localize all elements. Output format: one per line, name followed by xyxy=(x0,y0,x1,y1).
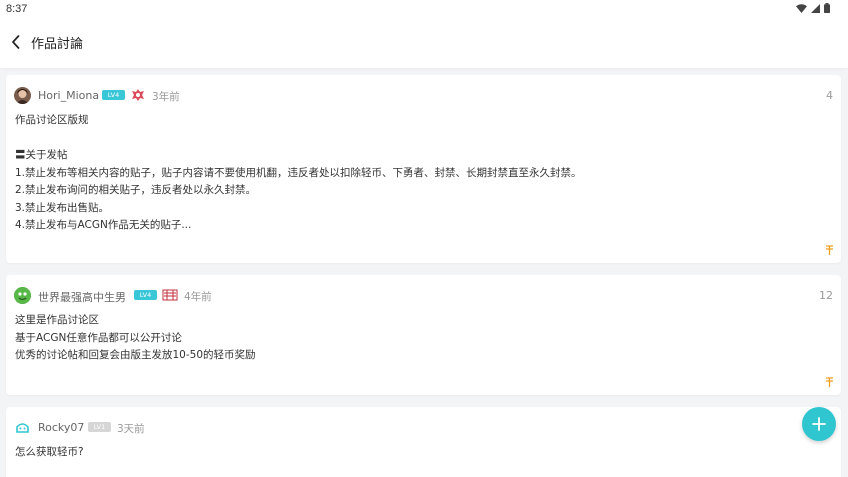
post-card[interactable]: 世界最强高中生男 LV4 4年前 12 这里是作品讨论区 基于ACGN任意作品都… xyxy=(6,275,841,395)
post-time: 4年前 xyxy=(184,291,212,303)
level-badge: LV1 xyxy=(88,422,111,432)
medal-icon xyxy=(130,87,146,101)
coin-icon[interactable] xyxy=(825,245,834,255)
new-post-button[interactable] xyxy=(802,407,836,441)
avatar[interactable] xyxy=(14,87,31,104)
post-content: 这里是作品讨论区 基于ACGN任意作品都可以公开讨论 优秀的讨论帖和回复会由版主… xyxy=(15,314,256,361)
level-badge: LV4 xyxy=(102,90,125,100)
post-time: 3年前 xyxy=(152,91,180,103)
wifi-icon xyxy=(796,3,807,13)
status-time: 8:37 xyxy=(6,3,28,15)
post-content: 怎么获取轻币? xyxy=(15,446,84,458)
username[interactable]: 世界最强高中生男 xyxy=(38,289,126,305)
post-time: 3天前 xyxy=(117,423,145,435)
post-card[interactable]: Hori_Miona LV4 3年前 4 作品讨论区版规 〓关于发帖 1.禁止发… xyxy=(6,75,841,263)
signal-icon xyxy=(811,3,820,13)
level-badge: LV4 xyxy=(134,290,157,300)
post-card[interactable]: Rocky07 LV1 3天前 怎么获取轻币? xyxy=(6,407,841,477)
back-button[interactable] xyxy=(6,32,26,52)
avatar[interactable] xyxy=(14,287,31,304)
post-content: 作品讨论区版规 〓关于发帖 1.禁止发布等相关内容的贴子，贴子内容请不要使用机翻… xyxy=(15,114,582,231)
reply-count: 12 xyxy=(819,289,833,302)
medal-icon xyxy=(162,287,178,301)
app-bar: 作品討論 xyxy=(0,20,848,68)
avatar[interactable] xyxy=(14,419,31,436)
chevron-left-icon xyxy=(12,35,20,49)
battery-icon xyxy=(824,3,830,13)
page-title: 作品討論 xyxy=(31,37,84,52)
status-icons xyxy=(796,3,830,13)
coin-icon[interactable] xyxy=(825,377,834,387)
reply-count: 4 xyxy=(826,89,833,102)
username[interactable]: Hori_Miona xyxy=(38,89,99,102)
username[interactable]: Rocky07 xyxy=(38,421,84,434)
status-bar: 8:37 xyxy=(0,0,848,20)
plus-icon xyxy=(812,417,826,431)
